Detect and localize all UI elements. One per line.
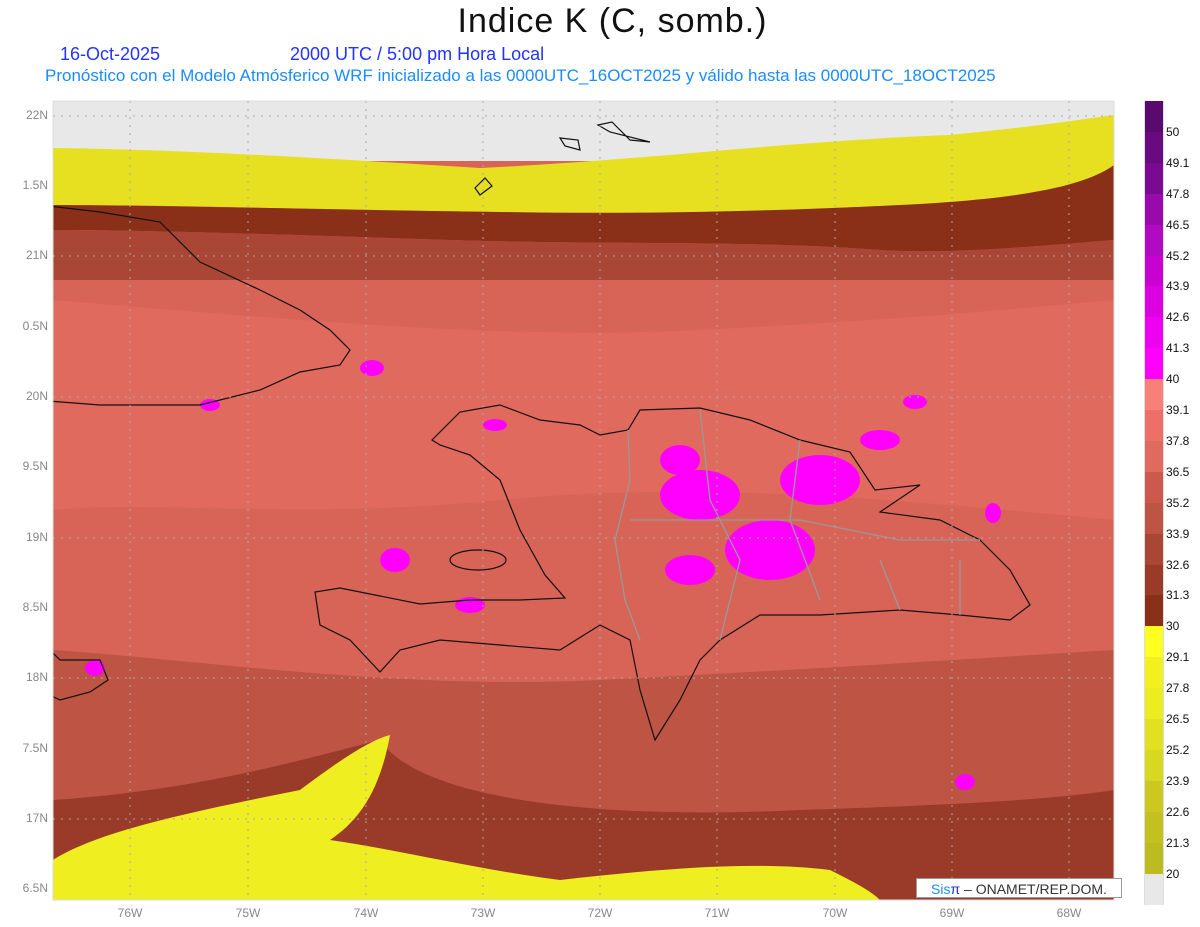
lon-label: 74W xyxy=(353,906,379,920)
colorbar-swatch xyxy=(1144,379,1164,411)
colorbar-label: 45.2 xyxy=(1166,248,1190,263)
colorbar-swatch xyxy=(1144,873,1164,905)
lat-label: 0.5N xyxy=(22,319,48,333)
colorbar-swatch xyxy=(1144,564,1164,596)
colorbar-label: 47.8 xyxy=(1166,186,1190,201)
credit-box: Sisπ – ONAMET/REP.DOM. xyxy=(916,878,1122,898)
lat-label: 22N xyxy=(25,108,48,122)
lon-label: 69W xyxy=(939,906,965,920)
colorbar-label: 50 xyxy=(1166,124,1180,139)
colorbar-label: 20 xyxy=(1166,866,1180,881)
lat-label: 6.5N xyxy=(22,881,48,895)
colorbar-label: 39.1 xyxy=(1166,403,1190,417)
colorbar-label: 40 xyxy=(1166,372,1180,387)
colorbar-swatch xyxy=(1144,131,1164,164)
colorbar-label: 43.9 xyxy=(1166,279,1190,294)
colorbar-swatch xyxy=(1144,317,1164,349)
lon-label: 76W xyxy=(117,906,143,920)
lat-label: 7.5N xyxy=(22,741,48,755)
colorbar-swatch xyxy=(1144,626,1164,658)
lon-label: 71W xyxy=(704,906,730,920)
colorbar-label: 49.1 xyxy=(1166,155,1190,170)
k-index-map xyxy=(52,100,1115,901)
colorbar-swatch xyxy=(1144,348,1164,380)
colorbar-label: 35.2 xyxy=(1166,495,1190,510)
colorbar-swatch xyxy=(1144,471,1164,504)
colorbar-label: 25.2 xyxy=(1166,742,1190,757)
colorbar-swatch xyxy=(1144,595,1164,627)
colorbar-label: 32.6 xyxy=(1166,557,1190,572)
colorbar-swatch xyxy=(1144,410,1164,442)
credit-text: – ONAMET/REP.DOM. xyxy=(960,881,1107,897)
colorbar-swatch xyxy=(1144,193,1164,226)
colorbar-label: 22.6 xyxy=(1166,804,1190,819)
colorbar-swatch xyxy=(1144,440,1164,473)
credit-pi: π xyxy=(950,881,961,897)
colorbar-label: 31.3 xyxy=(1166,588,1190,603)
colorbar-label: 46.5 xyxy=(1166,217,1190,232)
colorbar-label: 29.1 xyxy=(1166,650,1190,665)
colorbar-label: 21.3 xyxy=(1166,835,1190,850)
colorbar-label: 41.3 xyxy=(1166,341,1190,356)
colorbar-label: 30 xyxy=(1166,619,1180,634)
colorbar-swatch xyxy=(1144,286,1164,318)
lat-label: 9.5N xyxy=(22,459,48,473)
lat-label: 20N xyxy=(25,389,48,403)
colorbar-swatch xyxy=(1144,533,1164,565)
colorbar-label: 37.8 xyxy=(1166,433,1190,448)
lon-label: 68W xyxy=(1056,906,1082,920)
lon-label: 72W xyxy=(587,906,613,920)
colorbar-swatch xyxy=(1144,162,1164,195)
lon-label: 73W xyxy=(470,906,496,920)
colorbar-swatch xyxy=(1144,719,1164,751)
colorbar-label: 33.9 xyxy=(1166,526,1190,541)
lat-label: 21N xyxy=(25,248,48,262)
colorbar-label: 23.9 xyxy=(1166,773,1190,788)
lat-label: 1.5N xyxy=(22,178,48,192)
colorbar-swatch xyxy=(1144,811,1164,844)
colorbar-label: 36.5 xyxy=(1166,464,1190,479)
colorbar-swatch xyxy=(1144,255,1164,287)
lon-label: 75W xyxy=(235,906,261,920)
lon-label: 70W xyxy=(822,906,848,920)
lat-label: 19N xyxy=(25,530,48,544)
colorbar-swatch xyxy=(1144,657,1164,689)
lat-label: 18N xyxy=(25,670,48,684)
credit-sis: Sis xyxy=(931,881,951,897)
colorbar-label: 27.8 xyxy=(1166,681,1190,696)
colorbar-swatch xyxy=(1144,502,1164,535)
colorbar-swatch xyxy=(1144,842,1164,874)
colorbar-label: 26.5 xyxy=(1166,712,1190,726)
lat-label: 8.5N xyxy=(22,600,48,614)
colorbar-swatch xyxy=(1144,224,1164,256)
colorbar-swatch xyxy=(1144,688,1164,720)
lat-label: 17N xyxy=(25,811,48,825)
colorbar-swatch xyxy=(1144,749,1164,782)
colorbar-swatch xyxy=(1144,101,1164,133)
colorbar-swatch xyxy=(1144,780,1164,813)
colorbar-label: 42.6 xyxy=(1166,310,1190,325)
